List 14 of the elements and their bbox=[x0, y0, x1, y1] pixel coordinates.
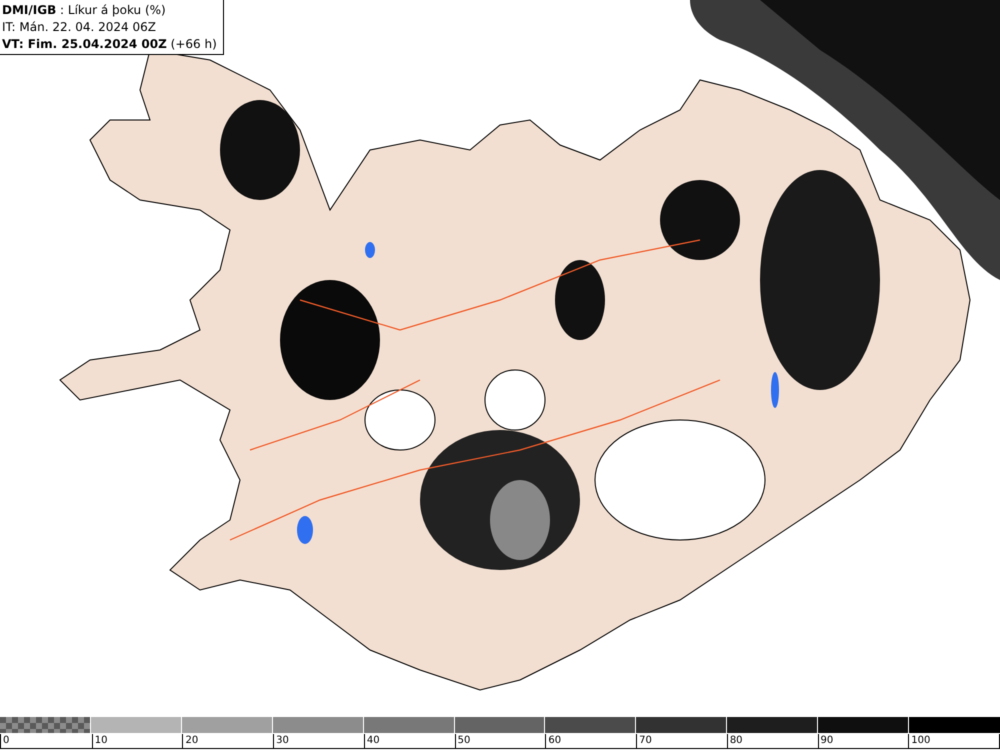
legend-tick-label: 30 bbox=[276, 734, 289, 747]
legend-tick-label: 50 bbox=[458, 734, 470, 747]
legend-tick-label: 70 bbox=[639, 734, 652, 747]
legend-tick-label: 90 bbox=[820, 734, 834, 747]
legend-tick-label: 40 bbox=[366, 734, 380, 747]
legend-tick-label: 10 bbox=[94, 734, 108, 747]
header-line: VT: Fim. 25.04.2024 00Z (+66 h) bbox=[2, 36, 217, 53]
header-line: DMI/IGB : Líkur á þoku (%) bbox=[2, 2, 167, 19]
header-line: IT: Mán. 22. 04. 2024 06Z bbox=[2, 19, 157, 36]
legend-tick-label: 80 bbox=[730, 734, 743, 747]
legend-tick-label: 20 bbox=[185, 734, 198, 747]
legend-tick-label: 0 bbox=[3, 734, 10, 747]
legend-tick-label: 60 bbox=[548, 734, 562, 747]
legend-tick-label: 100 bbox=[911, 734, 930, 747]
